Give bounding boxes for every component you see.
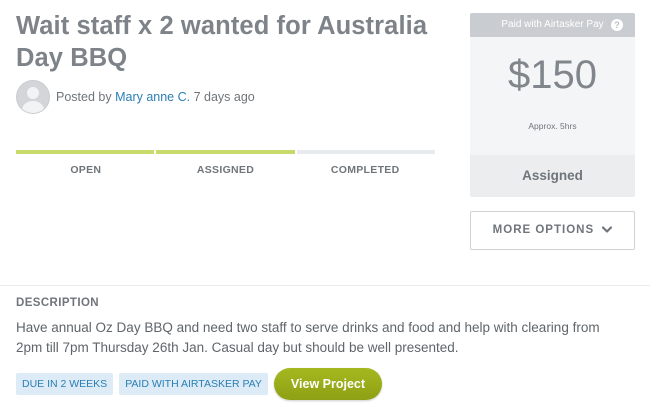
payment-method-tag: PAID WITH AIRTASKER PAY [119,373,268,395]
section-divider [0,285,650,286]
description-heading: DESCRIPTION [16,297,99,309]
stage-label-open: OPEN [70,164,102,176]
more-options-button[interactable]: MORE OPTIONS [470,211,635,250]
avatar[interactable] [16,80,50,114]
price-panel: Paid with Airtasker Pay ? $150 Approx. 5… [470,13,635,197]
poster-text: Posted by Mary anne C. 7 days ago [56,90,255,104]
info-icon[interactable]: ? [611,19,623,31]
progress-stage-labels: OPEN ASSIGNED COMPLETED [16,164,435,176]
avatar-head-shape [27,87,39,99]
task-status: Assigned [522,168,583,183]
posted-time: 7 days ago [193,90,255,104]
chevron-down-icon [602,226,613,233]
task-progress-bar [16,150,435,154]
progress-segment-open [16,150,155,154]
task-title: Wait staff x 2 wanted for Australia Day … [16,12,428,72]
tags-row: DUE IN 2 WEEKS PAID WITH AIRTASKER PAY V… [16,368,383,400]
view-project-button[interactable]: View Project [273,368,383,400]
stage-label-completed: COMPLETED [330,164,400,176]
poster-info: Posted by Mary anne C. 7 days ago [16,80,255,114]
poster-name-link[interactable]: Mary anne C. [115,90,190,104]
payment-method-label: Paid with Airtasker Pay [501,19,604,30]
price-body: $150 Approx. 5hrs [470,37,635,155]
avatar-body-shape [22,101,44,113]
stage-label-assigned: ASSIGNED [196,164,255,176]
estimated-duration: Approx. 5hrs [528,121,577,131]
posted-by-label: Posted by [56,90,112,104]
task-price: $150 [508,53,597,97]
due-date-tag: DUE IN 2 WEEKS [16,373,114,395]
more-options-label: MORE OPTIONS [492,224,595,236]
description-body: Have annual Oz Day BBQ and need two staf… [16,320,600,355]
progress-segment-assigned [156,150,295,154]
payment-method-header: Paid with Airtasker Pay ? [470,13,635,37]
progress-segment-completed [296,150,435,154]
